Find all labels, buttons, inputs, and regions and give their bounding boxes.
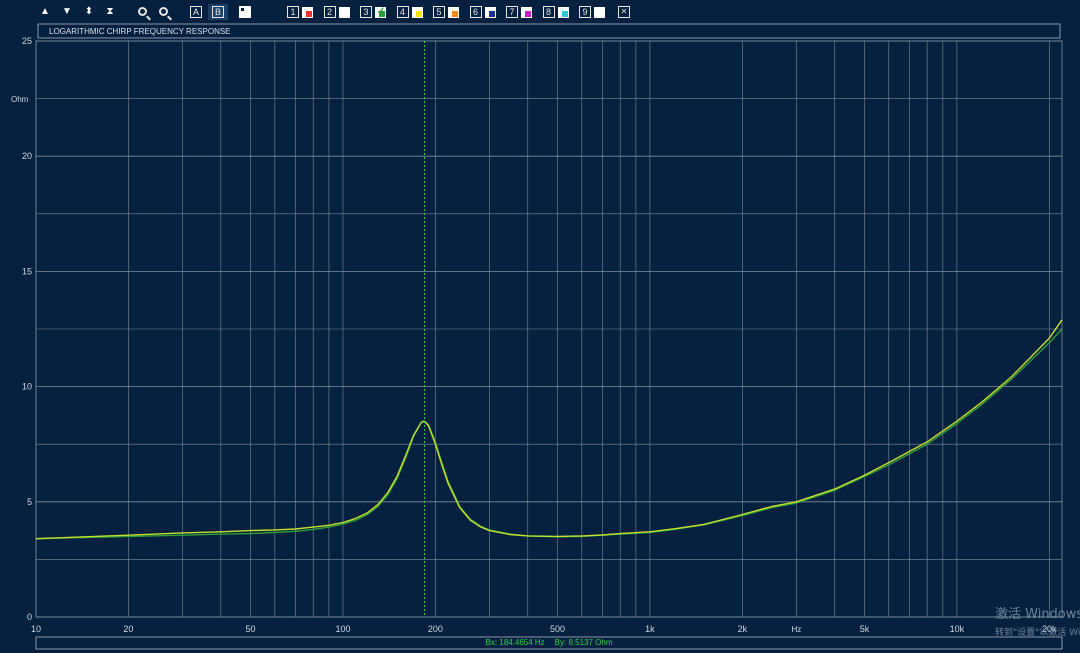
x-tick-label: 20: [123, 624, 133, 634]
y-tick-label: 10: [22, 382, 32, 392]
x-axis-title: Hz: [791, 625, 801, 634]
y-tick-label: 20: [22, 151, 32, 161]
x-tick-label: 2k: [738, 624, 748, 634]
y-tick-label: 25: [22, 36, 32, 46]
x-tick-label: 10: [31, 624, 41, 634]
y-axis-labels: 0 5 10 15 20 25: [22, 36, 32, 622]
x-tick-label: 5k: [860, 624, 870, 634]
chart[interactable]: LOGARITHMIC CHIRP FREQUENCY RESPONSE 0 5 1…: [0, 0, 1080, 653]
y-tick-label: 15: [22, 266, 32, 276]
watermark-line-2: 转到"设置"以激活 Windows: [995, 628, 1080, 638]
cursor-readout: Bx: 184.4654 Hz By: 8.5137 Ohm: [36, 637, 1062, 649]
chart-title-box: LOGARITHMIC CHIRP FREQUENCY RESPONSE: [37, 23, 1061, 39]
y-tick-label: 5: [27, 497, 32, 507]
readout-by: By: 8.5137 Ohm: [554, 638, 613, 647]
chart-title: LOGARITHMIC CHIRP FREQUENCY RESPONSE: [49, 27, 231, 36]
x-tick-label: 10k: [950, 624, 965, 634]
x-tick-label: 200: [428, 624, 443, 634]
readout-bx: Bx: 184.4654 Hz: [485, 638, 545, 647]
x-tick-label: 500: [550, 624, 565, 634]
y-tick-label: 0: [27, 612, 32, 622]
y-axis-title: Ohm: [11, 95, 29, 104]
activation-watermark: 激活 Windows 转到"设置"以激活 Windows: [995, 603, 1080, 638]
x-tick-label: 100: [335, 624, 350, 634]
x-tick-label: 50: [246, 624, 256, 634]
watermark-line-1: 激活 Windows: [995, 607, 1080, 622]
x-tick-label: 1k: [645, 624, 655, 634]
x-axis-labels: 10 20 50 100 200 500 1k 2k 5k 10k 20k: [31, 624, 1057, 634]
